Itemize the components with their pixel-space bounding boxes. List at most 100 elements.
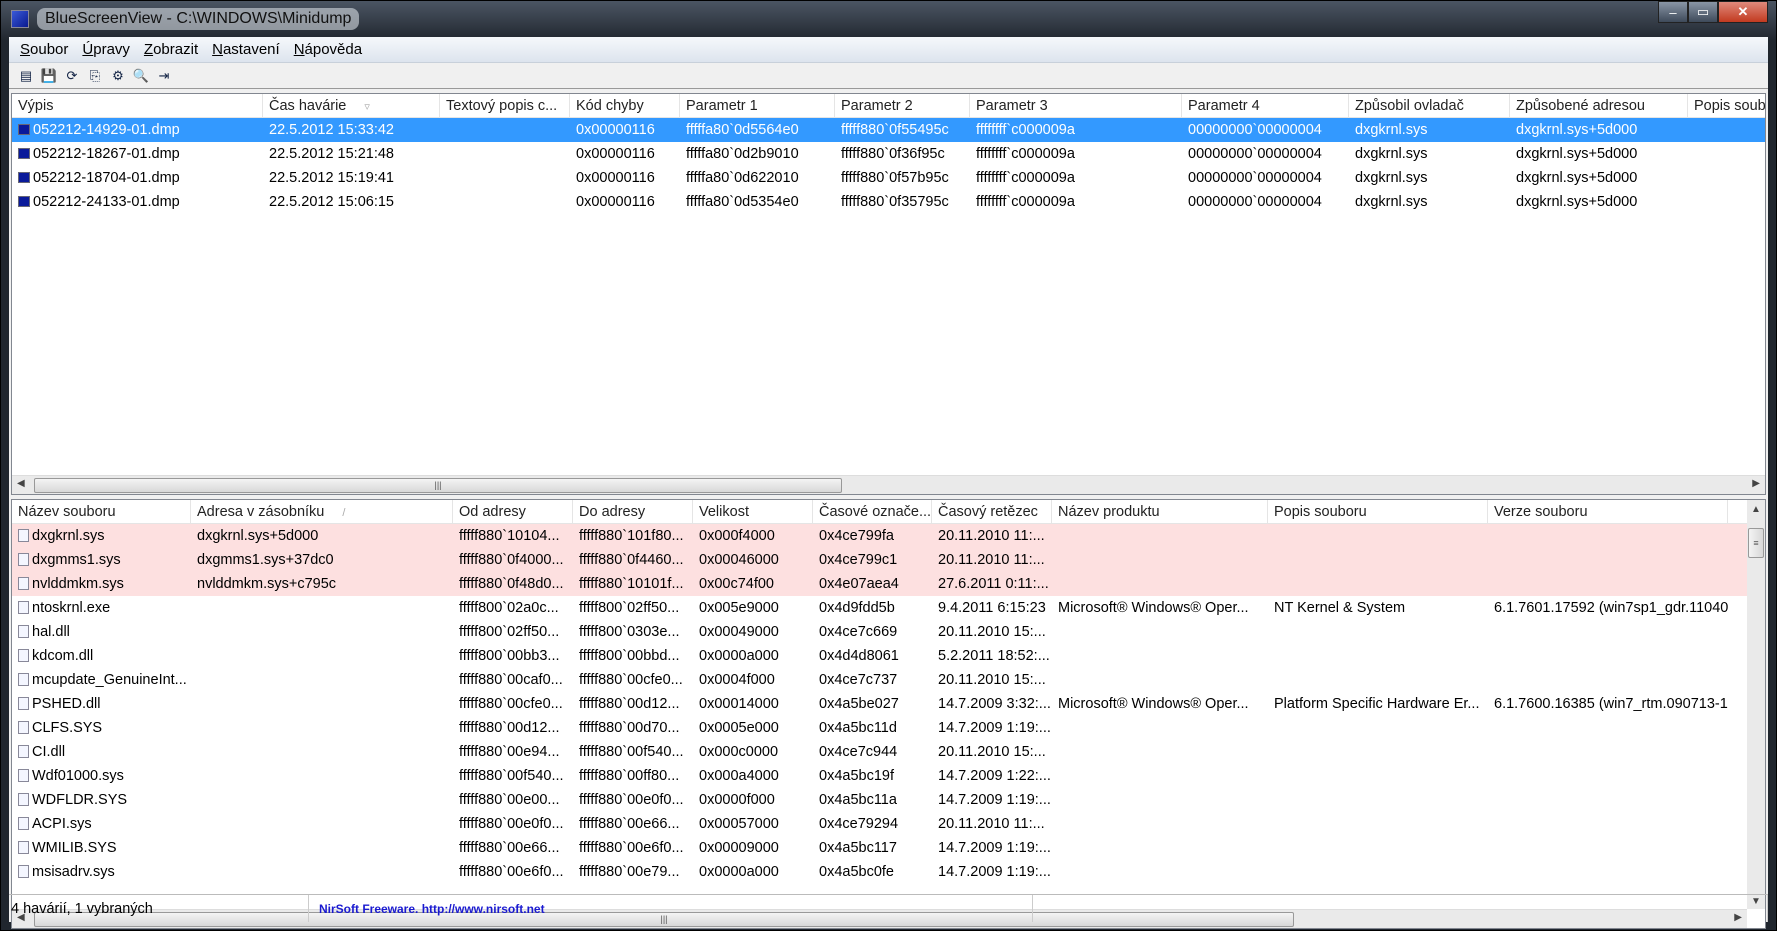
driver-row[interactable]: CI.dll fffff880`00e94... fffff880`00f540..… bbox=[12, 740, 1765, 764]
column-header-label: Popis soub bbox=[1694, 98, 1766, 114]
column-header[interactable]: Název produktu bbox=[1052, 500, 1268, 523]
cell: 0x00049000 bbox=[693, 620, 813, 644]
cell-text: 0x4a5bc0fe bbox=[819, 864, 894, 880]
column-header[interactable]: Čas havárie ▿ bbox=[263, 94, 440, 117]
cell: 0x4ce7c669 bbox=[813, 620, 932, 644]
driver-list[interactable]: Název souboru Adresa v zásobníku / Od adres… bbox=[11, 499, 1766, 929]
crash-row[interactable]: 052212-24133-01.dmp 22.5.2012 15:06:15 0x0… bbox=[12, 190, 1765, 214]
cell: ffffffff`c000009a bbox=[970, 142, 1182, 166]
column-header[interactable]: Název souboru bbox=[12, 500, 191, 523]
driver-row[interactable]: mcupdate_GenuineInt... fffff880`00caf0...… bbox=[12, 668, 1765, 692]
crash-row[interactable]: 052212-18704-01.dmp 22.5.2012 15:19:41 0x0… bbox=[12, 166, 1765, 190]
scroll-left-icon[interactable]: ◀ bbox=[17, 478, 25, 489]
column-header[interactable]: Verze souboru bbox=[1488, 500, 1728, 523]
refresh-button[interactable]: ⟳ bbox=[63, 67, 81, 84]
column-header[interactable]: Od adresy bbox=[453, 500, 573, 523]
crash-list[interactable]: Výpis Čas havárie ▿ Textový popis c... Kód c… bbox=[11, 93, 1766, 495]
driver-row[interactable]: ACPI.sys fffff880`00e0f0... fffff880`00e66… bbox=[12, 812, 1765, 836]
save-button[interactable]: 💾 bbox=[40, 67, 58, 84]
column-header[interactable]: Parametr 4 bbox=[1182, 94, 1349, 117]
driver-row[interactable]: dxgmms1.sys dxgmms1.sys+37dc0 fffff880`0f4… bbox=[12, 548, 1765, 572]
copy-button[interactable]: ⎘ bbox=[86, 67, 104, 84]
menu-accelerator: N bbox=[212, 41, 223, 58]
column-header[interactable]: Velikost bbox=[693, 500, 813, 523]
cell-text: ffffffff`c000009a bbox=[976, 170, 1075, 186]
menu-zobrazit[interactable]: Zobrazit bbox=[137, 41, 205, 58]
column-header-label: Textový popis c... bbox=[446, 98, 558, 114]
driver-row[interactable]: ntoskrnl.exe fffff800`02a0c... fffff800`02… bbox=[12, 596, 1765, 620]
column-header[interactable]: Způsobil ovladač bbox=[1349, 94, 1510, 117]
driver-row[interactable]: Wdf01000.sys fffff880`00f540... fffff880`0… bbox=[12, 764, 1765, 788]
column-header[interactable]: Popis souboru bbox=[1268, 500, 1488, 523]
driver-row[interactable]: nvlddmkm.sys nvlddmkm.sys+c795c fffff880`0… bbox=[12, 572, 1765, 596]
crash-row[interactable]: 052212-18267-01.dmp 22.5.2012 15:21:48 0x0… bbox=[12, 142, 1765, 166]
driver-row[interactable]: CLFS.SYS fffff880`00d12... fffff880`00d70.… bbox=[12, 716, 1765, 740]
cell: 00000000`00000004 bbox=[1182, 142, 1349, 166]
crash-list-hscrollbar[interactable]: ◀ ||| ▶ bbox=[12, 475, 1765, 494]
cell: fffffa80`0d5354e0 bbox=[680, 190, 835, 214]
exit-button[interactable]: ⇥ bbox=[155, 67, 173, 84]
nirsoft-link[interactable]: NirSoft Freeware. http://www.nirsoft.net bbox=[311, 902, 545, 916]
column-header-label: Popis souboru bbox=[1274, 504, 1367, 520]
column-header[interactable]: Časový retězec bbox=[932, 500, 1052, 523]
driver-row[interactable]: WMILIB.SYS fffff880`00e66... fffff880`00e6… bbox=[12, 836, 1765, 860]
cell: PSHED.dll bbox=[12, 692, 191, 716]
cell-text: 14.7.2009 1:19:... bbox=[938, 792, 1051, 808]
crash-list-header: Výpis Čas havárie ▿ Textový popis c... Kód c… bbox=[12, 94, 1765, 118]
file-icon bbox=[18, 553, 29, 566]
column-header[interactable]: Popis soub bbox=[1688, 94, 1766, 117]
cell-text: ffffffff`c000009a bbox=[976, 146, 1075, 162]
find-button[interactable]: 🔍 bbox=[132, 67, 150, 84]
column-header[interactable]: Textový popis c... bbox=[440, 94, 570, 117]
column-header[interactable]: Do adresy bbox=[573, 500, 693, 523]
column-header[interactable]: Výpis bbox=[12, 94, 263, 117]
maximize-button[interactable]: ▭ bbox=[1688, 1, 1718, 23]
cell: 0x4a5bc11d bbox=[813, 716, 932, 740]
cell-text: Microsoft® Windows® Oper... bbox=[1058, 600, 1249, 616]
cell: dxgmms1.sys bbox=[12, 548, 191, 572]
cell: fffff880`0f55495c bbox=[835, 118, 970, 142]
driver-row[interactable]: kdcom.dll fffff800`00bb3... fffff800`00bbd… bbox=[12, 644, 1765, 668]
driver-row[interactable]: PSHED.dll fffff880`00cfe0... fffff880`00d1… bbox=[12, 692, 1765, 716]
menu-úpravy[interactable]: Úpravy bbox=[75, 41, 137, 58]
column-header[interactable]: Kód chyby bbox=[570, 94, 680, 117]
menu-soubor[interactable]: Soubor bbox=[13, 41, 75, 58]
file-icon bbox=[18, 841, 29, 854]
find-icon: 🔍 bbox=[132, 67, 150, 83]
menu-label: astavení bbox=[222, 41, 280, 58]
column-header[interactable]: Časové označe... bbox=[813, 500, 932, 523]
scroll-right-icon[interactable]: ▶ bbox=[1752, 478, 1760, 489]
crash-row[interactable]: 052212-14929-01.dmp 22.5.2012 15:33:42 0x0… bbox=[12, 118, 1765, 142]
driver-list-vscrollbar[interactable]: ▲ ≡ ▼ bbox=[1747, 500, 1765, 909]
driver-row[interactable]: hal.dll fffff800`02ff50... fffff800`0303e.… bbox=[12, 620, 1765, 644]
cell: 0x4ce79294 bbox=[813, 812, 932, 836]
cell-text: fffff880`00f540... bbox=[579, 744, 684, 760]
cell: 27.6.2011 0:11:... bbox=[932, 572, 1052, 596]
cell: 20.11.2010 11:... bbox=[932, 524, 1052, 548]
column-header[interactable]: Způsobené adresou bbox=[1510, 94, 1688, 117]
driver-row[interactable]: dxgkrnl.sys dxgkrnl.sys+5d000 fffff880`101… bbox=[12, 524, 1765, 548]
cell-text: dxgkrnl.sys+5d000 bbox=[197, 528, 319, 544]
cell-text: 14.7.2009 1:19:... bbox=[938, 864, 1051, 880]
scroll-up-icon[interactable]: ▲ bbox=[1751, 504, 1761, 515]
scroll-thumb[interactable]: ≡ bbox=[1748, 528, 1764, 558]
column-header[interactable]: Parametr 3 bbox=[970, 94, 1182, 117]
cell bbox=[1268, 860, 1488, 884]
properties-button[interactable]: ▤ bbox=[17, 67, 35, 84]
menu-nastavení[interactable]: Nastavení bbox=[205, 41, 287, 58]
cell: 0x4a5bc19f bbox=[813, 764, 932, 788]
cell: Platform Specific Hardware Er... bbox=[1268, 692, 1488, 716]
column-header[interactable]: Parametr 1 bbox=[680, 94, 835, 117]
column-header[interactable]: Parametr 2 bbox=[835, 94, 970, 117]
cell: 22.5.2012 15:33:42 bbox=[263, 118, 440, 142]
driver-row[interactable]: msisadrv.sys fffff880`00e6f0... fffff880`0… bbox=[12, 860, 1765, 884]
column-header[interactable]: Adresa v zásobníku / bbox=[191, 500, 453, 523]
cell bbox=[191, 836, 453, 860]
scroll-thumb[interactable]: ||| bbox=[34, 478, 842, 493]
options-button[interactable]: ⚙ bbox=[109, 67, 127, 84]
menu-nápověda[interactable]: Nápověda bbox=[287, 41, 369, 58]
cell-text: 0x4ce799fa bbox=[819, 528, 894, 544]
minimize-button[interactable]: ‒ bbox=[1658, 1, 1688, 23]
driver-row[interactable]: WDFLDR.SYS fffff880`00e00... fffff880`00e0… bbox=[12, 788, 1765, 812]
close-button[interactable]: ✕ bbox=[1718, 1, 1768, 23]
